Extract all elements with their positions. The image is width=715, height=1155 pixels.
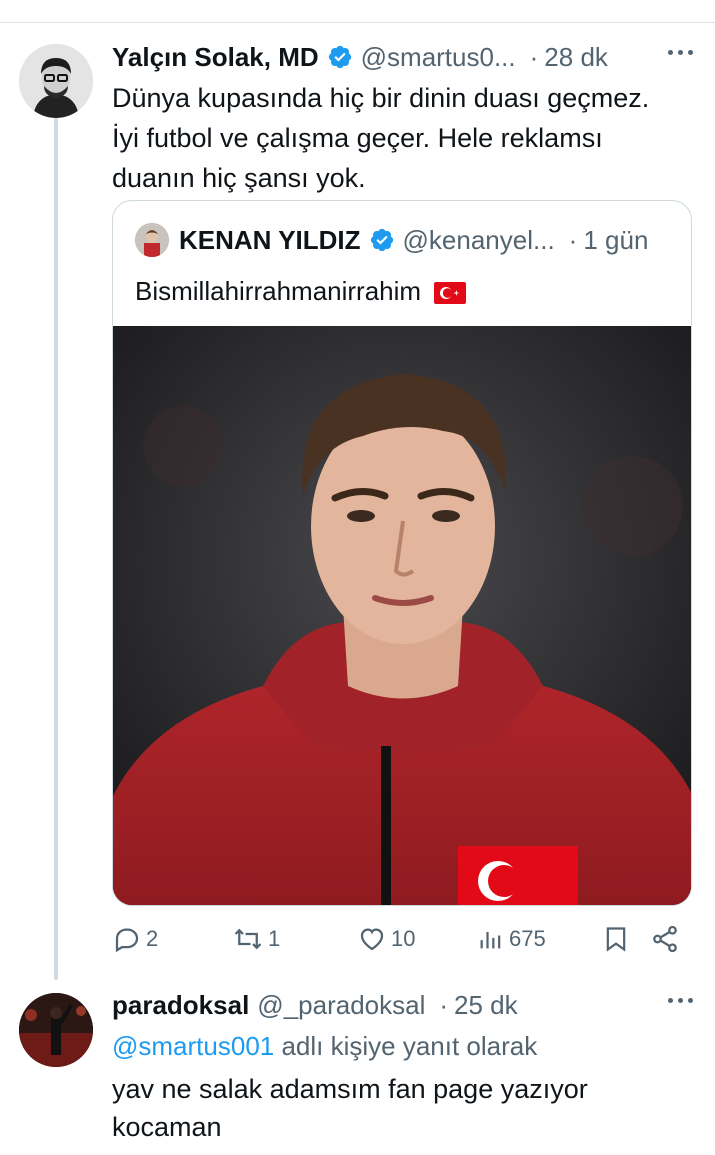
author-handle[interactable]: @smartus0...: [361, 40, 516, 74]
quoted-timestamp: 1 gün: [583, 225, 649, 255]
author-name[interactable]: paradoksal: [112, 988, 249, 1022]
timestamp[interactable]: 28 dk: [544, 40, 608, 74]
bookmark-icon: [606, 927, 626, 952]
verified-badge-icon: [370, 228, 393, 252]
author-name[interactable]: Yalçın Solak, MD: [112, 40, 319, 74]
quoted-tweet-header: KENAN YILDIZ @kenanyel... · 1 gün: [135, 221, 648, 259]
share-icon: [653, 925, 677, 953]
reply-mention-link[interactable]: @smartus001: [112, 1031, 274, 1061]
separator-dot: ·: [439, 990, 449, 1020]
tweet-text-line: İyi futbol ve çalışma geçer. Hele reklam…: [112, 123, 603, 153]
tweet-text: Dünya kupasında hiç bir dinin duası geçm…: [112, 78, 692, 198]
tweet-text-line: yav ne salak adamsım fan page yazıyor: [112, 1074, 588, 1104]
tweet-yalcin-solak[interactable]: Yalçın Solak, MD @smartus0... · 28 dk Dü…: [0, 36, 715, 986]
quoted-photo[interactable]: [113, 326, 691, 905]
more-icon[interactable]: [668, 50, 693, 55]
replying-to: @smartus001 adlı kişiye yanıt olarak: [112, 1028, 537, 1064]
bookmark-button[interactable]: [602, 924, 630, 954]
retweet-button[interactable]: 1: [232, 924, 280, 954]
retweet-count: 1: [268, 926, 281, 951]
reply-button[interactable]: 2: [112, 924, 158, 954]
view-count: 675: [509, 926, 546, 951]
tweet-actions: 2 1 10 675: [112, 924, 692, 964]
views-button[interactable]: 675: [477, 924, 546, 954]
tweet-text: yav ne salak adamsım fan page yazıyor ko…: [112, 1070, 692, 1146]
tweet-paradoksal[interactable]: paradoksal @_paradoksal · 25 dk @smartus…: [0, 976, 715, 1155]
quoted-tweet-text: Bismillahirrahmanirrahim: [135, 273, 467, 309]
tweet-header: Yalçın Solak, MD @smartus0... · 28 dk: [112, 40, 608, 74]
views-icon: [480, 932, 501, 949]
tweet-text-line: Dünya kupasında hiç bir dinin duası geçm…: [112, 83, 650, 113]
tweet-header: paradoksal @_paradoksal · 25 dk: [112, 988, 518, 1022]
tweet-text-line: kocaman: [112, 1112, 222, 1142]
reply-icon: [115, 928, 139, 953]
separator-dot: ·: [568, 225, 578, 255]
quoted-author-name: KENAN YILDIZ: [179, 225, 361, 255]
quoted-tweet[interactable]: KENAN YILDIZ @kenanyel... · 1 gün Bismil…: [112, 200, 692, 906]
reply-suffix: adlı kişiye yanıt olarak: [274, 1031, 538, 1061]
reply-count: 2: [146, 926, 159, 951]
like-count: 10: [391, 926, 416, 951]
quoted-author-handle: @kenanyel...: [402, 225, 555, 255]
top-divider: [0, 22, 715, 23]
avatar[interactable]: [19, 44, 93, 118]
more-icon[interactable]: [668, 998, 693, 1003]
quoted-avatar: [135, 223, 169, 257]
timestamp[interactable]: 25 dk: [454, 988, 518, 1022]
avatar[interactable]: [19, 993, 93, 1067]
turkish-flag-icon: [434, 282, 467, 305]
share-button[interactable]: [650, 924, 680, 954]
verified-badge-icon: [328, 45, 351, 69]
retweet-icon: [234, 928, 262, 950]
separator-dot: ·: [529, 42, 539, 72]
like-icon: [360, 928, 384, 951]
author-handle[interactable]: @_paradoksal: [257, 988, 425, 1022]
tweet-text-line: duanın hiç şansı yok.: [112, 163, 366, 193]
like-button[interactable]: 10: [357, 924, 415, 954]
quoted-text: Bismillahirrahmanirrahim: [135, 276, 422, 306]
